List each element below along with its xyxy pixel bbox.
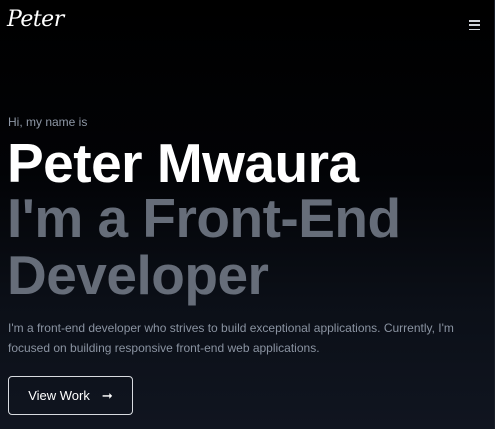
menu-bars bbox=[468, 20, 480, 30]
logo[interactable]: Peter bbox=[7, 7, 64, 32]
hero-description: I'm a front-end developer who strives to… bbox=[8, 321, 454, 355]
arrow-right-icon: ➞ bbox=[101, 387, 113, 403]
menu-bar-middle bbox=[468, 24, 480, 26]
view-work-label: View Work bbox=[28, 388, 90, 403]
menu-bar-top bbox=[468, 20, 480, 22]
view-work-button[interactable]: View Work ➞ bbox=[8, 376, 133, 415]
site-header: Peter bbox=[0, 0, 495, 50]
hamburger-menu-icon[interactable] bbox=[466, 17, 482, 33]
hero-role: I'm a Front-End Developer bbox=[7, 187, 401, 306]
hero-name: Peter Mwaura bbox=[7, 132, 359, 194]
menu-bar-bottom bbox=[468, 28, 480, 30]
hero-greeting: Hi, my name is bbox=[8, 115, 88, 129]
